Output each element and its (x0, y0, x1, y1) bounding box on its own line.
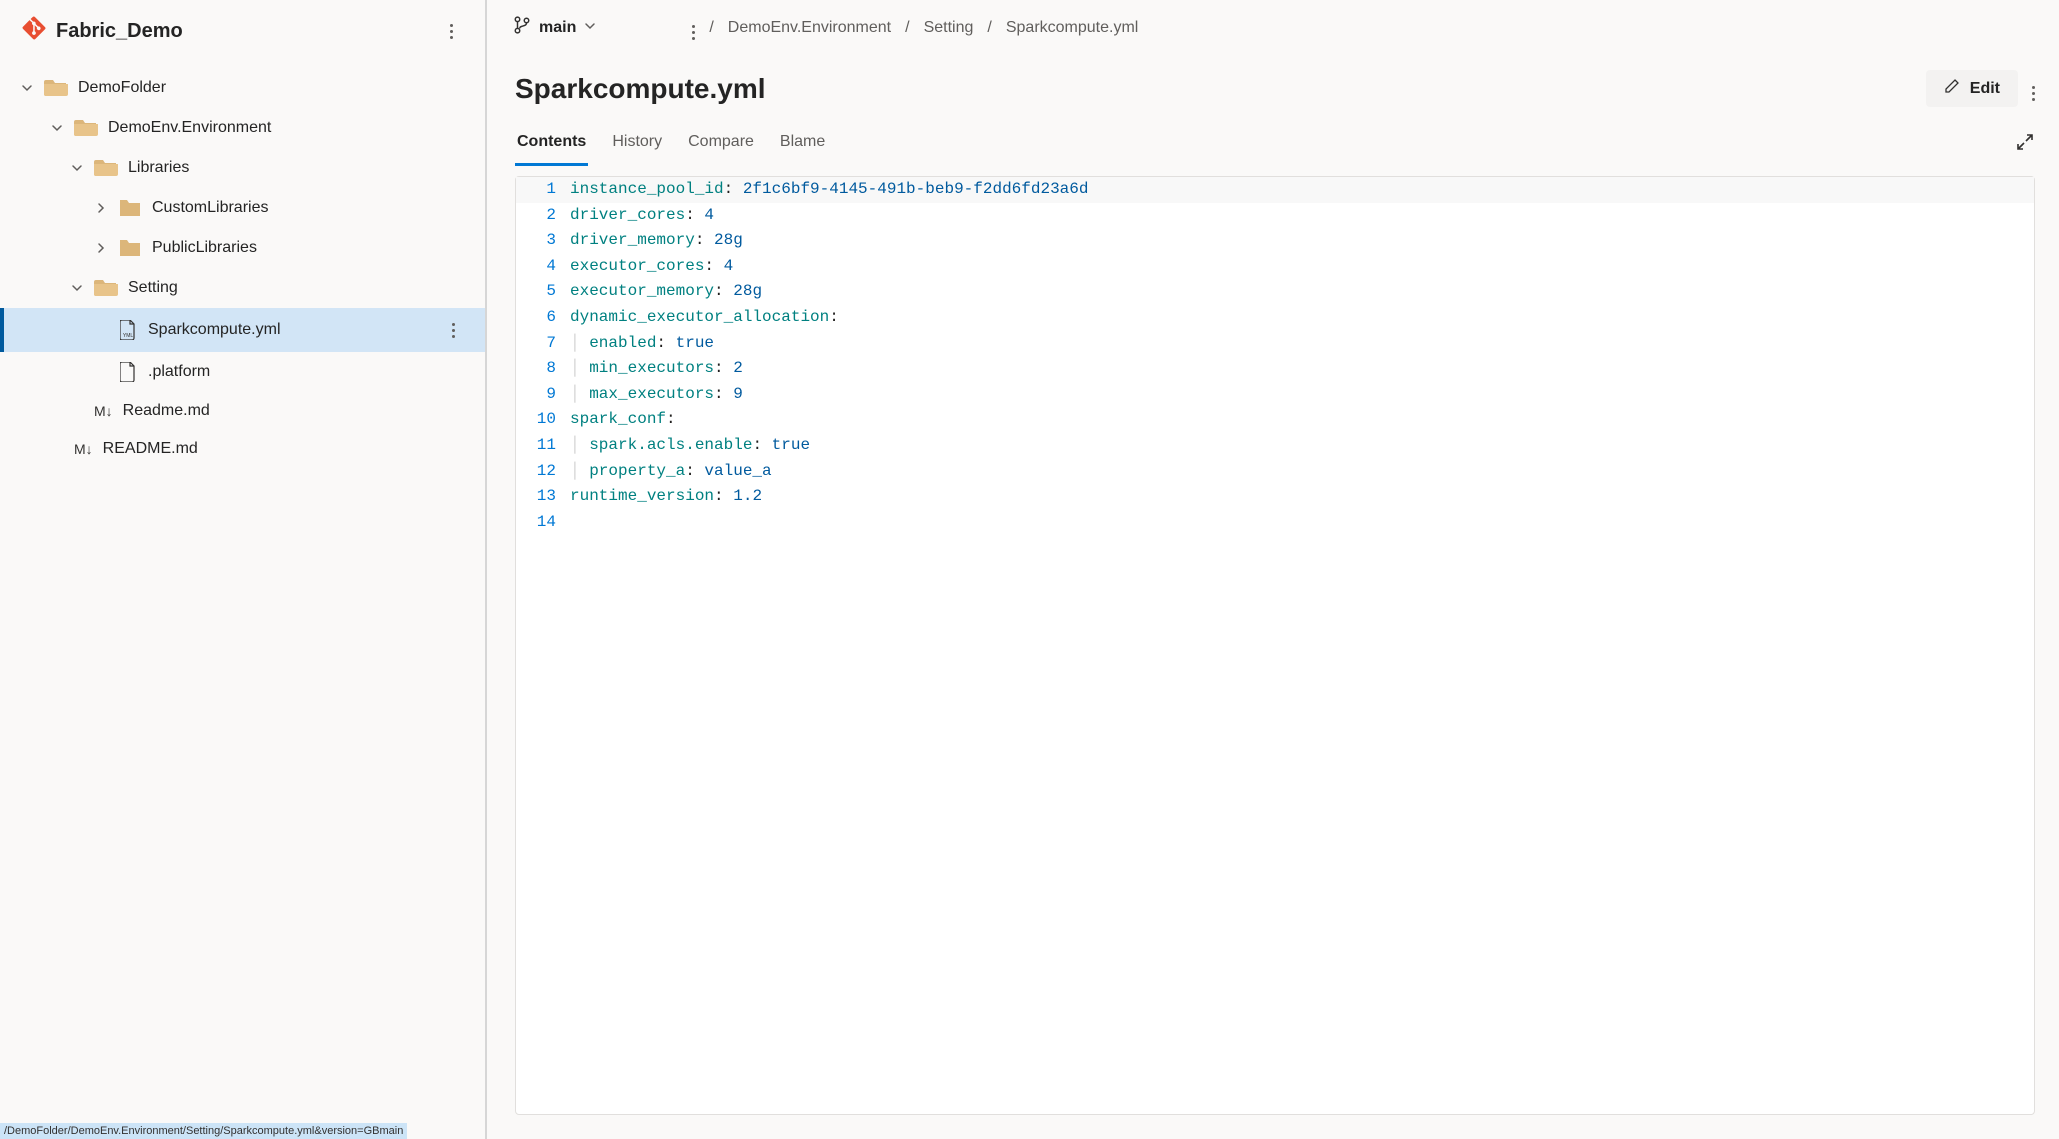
breadcrumb-separator: / (709, 19, 713, 37)
more-vertical-icon (450, 24, 453, 39)
status-bar-path: /DemoFolder/DemoEnv.Environment/Setting/… (0, 1123, 407, 1139)
tree-file-sparkcompute[interactable]: YML Sparkcompute.yml (0, 308, 485, 352)
code-viewer: 1instance_pool_id: 2f1c6bf9-4145-491b-be… (515, 176, 2035, 1115)
code-line: 14 (516, 510, 2034, 536)
more-vertical-icon (452, 323, 455, 338)
yml-file-icon: YML (118, 320, 138, 340)
branch-picker[interactable]: main (505, 10, 604, 45)
code-line: 13runtime_version: 1.2 (516, 484, 2034, 510)
title-row: Sparkcompute.yml Edit (487, 56, 2059, 115)
repo-more-button[interactable] (439, 19, 463, 43)
chevron-down-icon (584, 19, 596, 37)
breadcrumb-separator: / (905, 19, 909, 37)
tab-compare[interactable]: Compare (686, 121, 756, 166)
chevron-down-icon (50, 121, 64, 135)
svg-text:YML: YML (123, 333, 134, 339)
tabs: Contents History Compare Blame (515, 121, 827, 166)
chevron-down-icon (20, 81, 34, 95)
code-line: 4executor_cores: 4 (516, 254, 2034, 280)
breadcrumb-item[interactable]: DemoEnv.Environment (728, 19, 891, 37)
file-more-button[interactable] (441, 318, 465, 342)
code-line: 3driver_memory: 28g (516, 228, 2034, 254)
file-explorer-sidebar: Fabric_Demo DemoFolder (0, 0, 487, 1139)
branch-name-label: main (539, 19, 576, 37)
folder-icon (44, 78, 68, 98)
repo-name-label: Fabric_Demo (56, 20, 183, 43)
chevron-right-icon (94, 201, 108, 215)
code-line: 5executor_memory: 28g (516, 279, 2034, 305)
tree-folder-libraries[interactable]: Libraries (0, 148, 485, 188)
tree-folder-publiclibraries[interactable]: PublicLibraries (0, 228, 485, 268)
markdown-file-icon: M↓ (74, 441, 93, 457)
repo-header: Fabric_Demo (0, 0, 485, 62)
tree-item-label: DemoEnv.Environment (108, 119, 271, 137)
markdown-file-icon: M↓ (94, 403, 113, 419)
tree-item-label: Libraries (128, 159, 189, 177)
file-more-button[interactable] (2032, 76, 2035, 101)
tree-file-readme1[interactable]: M↓ Readme.md (0, 392, 485, 430)
breadcrumb-item[interactable]: Setting (924, 19, 974, 37)
main-header: main / DemoEnv.Environment / Setting / S… (487, 0, 2059, 56)
tree-item-label: Setting (128, 279, 178, 297)
folder-icon (74, 118, 98, 138)
tree-item-label: PublicLibraries (152, 239, 257, 257)
breadcrumbs: / DemoEnv.Environment / Setting / Sparkc… (709, 19, 1138, 37)
tree-item-label: Sparkcompute.yml (148, 321, 281, 339)
fullscreen-button[interactable] (2015, 132, 2035, 155)
more-vertical-icon (2032, 86, 2035, 101)
code-line: 1instance_pool_id: 2f1c6bf9-4145-491b-be… (516, 177, 2034, 203)
chevron-right-icon (94, 241, 108, 255)
code-line: 11│ spark.acls.enable: true (516, 433, 2034, 459)
tree-item-label: README.md (103, 440, 198, 458)
tree-folder-demofolder[interactable]: DemoFolder (0, 68, 485, 108)
tab-history[interactable]: History (610, 121, 664, 166)
tab-contents[interactable]: Contents (515, 121, 588, 166)
tree-item-label: DemoFolder (78, 79, 166, 97)
breadcrumb-item[interactable]: Sparkcompute.yml (1006, 19, 1139, 37)
tree-item-label: CustomLibraries (152, 199, 268, 217)
branch-icon (513, 16, 531, 39)
code-line: 12│ property_a: value_a (516, 459, 2034, 485)
git-icon (22, 16, 46, 46)
chevron-down-icon (70, 161, 84, 175)
code-line: 2driver_cores: 4 (516, 203, 2034, 229)
code-line: 8│ min_executors: 2 (516, 356, 2034, 382)
breadcrumb-separator: / (987, 19, 991, 37)
tree-folder-customlibraries[interactable]: CustomLibraries (0, 188, 485, 228)
tree-file-platform[interactable]: .platform (0, 352, 485, 392)
code-line: 9│ max_executors: 9 (516, 382, 2034, 408)
main-content: main / DemoEnv.Environment / Setting / S… (487, 0, 2059, 1139)
chevron-down-icon (70, 281, 84, 295)
folder-icon (118, 198, 142, 218)
tabs-row: Contents History Compare Blame (487, 115, 2059, 166)
title-actions: Edit (1926, 70, 2035, 107)
pencil-icon (1944, 78, 1960, 99)
folder-icon (118, 238, 142, 258)
more-vertical-icon (692, 25, 695, 40)
file-title: Sparkcompute.yml (515, 73, 766, 105)
tree-file-readme2[interactable]: M↓ README.md (0, 430, 485, 468)
edit-label: Edit (1970, 80, 2000, 98)
tree-folder-demoenv[interactable]: DemoEnv.Environment (0, 108, 485, 148)
tab-blame[interactable]: Blame (778, 121, 827, 166)
code-line: 10spark_conf: (516, 407, 2034, 433)
file-tree: DemoFolder DemoEnv.Environment Librari (0, 62, 485, 1139)
code-line: 7│ enabled: true (516, 331, 2034, 357)
repo-title[interactable]: Fabric_Demo (22, 16, 183, 46)
folder-icon (94, 158, 118, 178)
file-icon (118, 362, 138, 382)
tree-item-label: .platform (148, 363, 210, 381)
folder-icon (94, 278, 118, 298)
tree-folder-setting[interactable]: Setting (0, 268, 485, 308)
tree-item-label: Readme.md (123, 402, 210, 420)
code-line: 6dynamic_executor_allocation: (516, 305, 2034, 331)
edit-button[interactable]: Edit (1926, 70, 2018, 107)
branch-more-button[interactable] (692, 15, 695, 40)
